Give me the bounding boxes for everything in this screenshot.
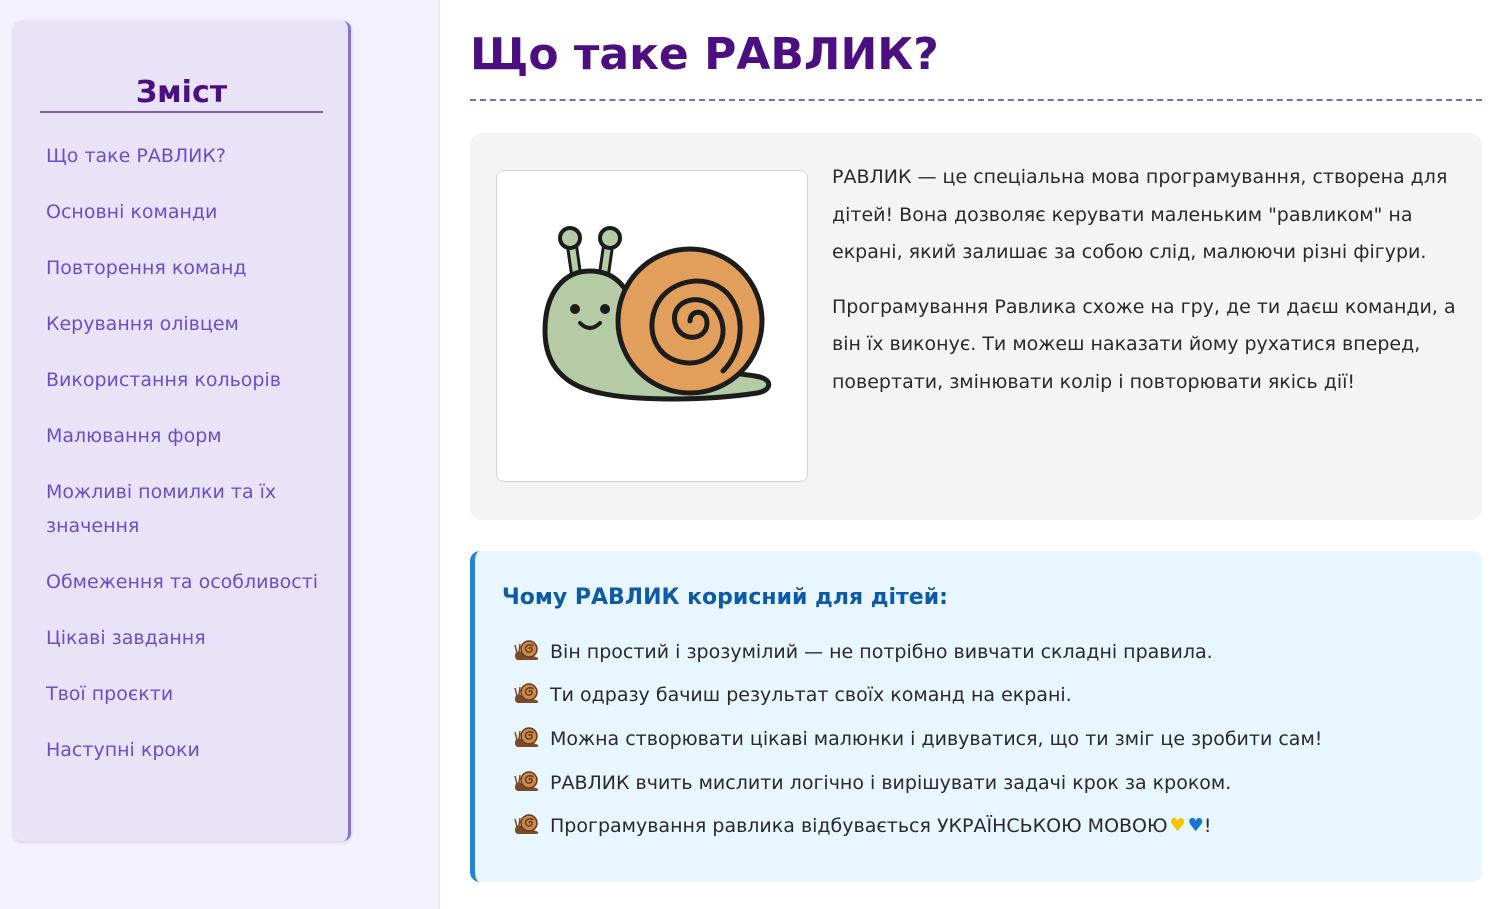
list-item-text: РАВЛИК вчить мислити логічно і вирішуват… — [550, 771, 1232, 794]
toc-item-pen-control[interactable]: Керування олівцем — [46, 307, 326, 341]
table-of-contents: Зміст Що таке РАВЛИК? Основні команди По… — [14, 21, 351, 841]
list-item-text: Він простий і зрозумілий — не потрібно в… — [550, 640, 1213, 663]
toc-item-errors[interactable]: Можливі помилки та їх значення — [46, 475, 326, 543]
intro-card: РАВЛИК — це спеціальна мова програмуванн… — [470, 133, 1482, 520]
toc-item-basic-commands[interactable]: Основні команди — [46, 195, 326, 229]
toc-item-what-is-ravlyk[interactable]: Що таке РАВЛИК? — [46, 139, 326, 173]
snail-illustration-icon — [542, 226, 772, 402]
list-item-suffix: ! — [1203, 815, 1212, 838]
snail-icon — [514, 770, 539, 791]
intro-paragraph-1: РАВЛИК — це спеціальна мова програмуванн… — [832, 166, 1448, 263]
list-item: Можна створювати цікаві малюнки і дивува… — [512, 717, 1322, 761]
list-item: Він простий і зрозумілий — не потрібно в… — [512, 630, 1322, 674]
intro-paragraph-2: Програмування Равлика схоже на гру, де т… — [832, 295, 1456, 393]
toc-item-repeat-commands[interactable]: Повторення команд — [46, 251, 326, 285]
toc-item-projects[interactable]: Твої проєкти — [46, 677, 326, 711]
toc-divider — [40, 111, 323, 113]
snail-icon — [514, 683, 539, 704]
list-item-text: Можна створювати цікаві малюнки і дивува… — [550, 727, 1323, 750]
snail-icon — [514, 727, 539, 747]
toc-item-limitations[interactable]: Обмеження та особливості — [46, 565, 326, 599]
intro-text: РАВЛИК — це спеціальна мова програмуванн… — [832, 159, 1457, 401]
toc-item-tasks[interactable]: Цікаві завдання — [46, 621, 326, 655]
snail-icon — [514, 814, 539, 835]
toc-list: Що таке РАВЛИК? Основні команди Повторен… — [46, 139, 326, 789]
blue-heart-icon: ♥ — [1187, 815, 1204, 837]
list-item-text: Ти одразу бачиш результат своїх команд н… — [550, 684, 1072, 707]
list-item: РАВЛИК вчить мислити логічно і вирішуват… — [512, 761, 1322, 805]
toc-item-using-colors[interactable]: Використання кольорів — [46, 363, 326, 397]
title-divider — [470, 99, 1482, 101]
page-title: Що таке РАВЛИК? — [470, 29, 939, 80]
why-title: Чому РАВЛИК корисний для дітей: — [502, 585, 948, 610]
why-list: Він простий і зрозумілий — не потрібно в… — [512, 630, 1322, 848]
yellow-heart-icon: ♥ — [1169, 815, 1186, 837]
list-item-text: Програмування равлика відбувається УКРАЇ… — [550, 815, 1168, 838]
toc-item-drawing-shapes[interactable]: Малювання форм — [46, 419, 326, 453]
toc-title: Зміст — [135, 75, 228, 110]
snail-illustration — [496, 170, 808, 482]
toc-item-next-steps[interactable]: Наступні кроки — [46, 733, 326, 767]
snail-icon — [514, 640, 539, 660]
why-card: Чому РАВЛИК корисний для дітей: Він прос… — [470, 551, 1482, 882]
list-item: Програмування равлика відбувається УКРАЇ… — [512, 804, 1322, 848]
list-item: Ти одразу бачиш результат своїх команд н… — [512, 674, 1322, 718]
